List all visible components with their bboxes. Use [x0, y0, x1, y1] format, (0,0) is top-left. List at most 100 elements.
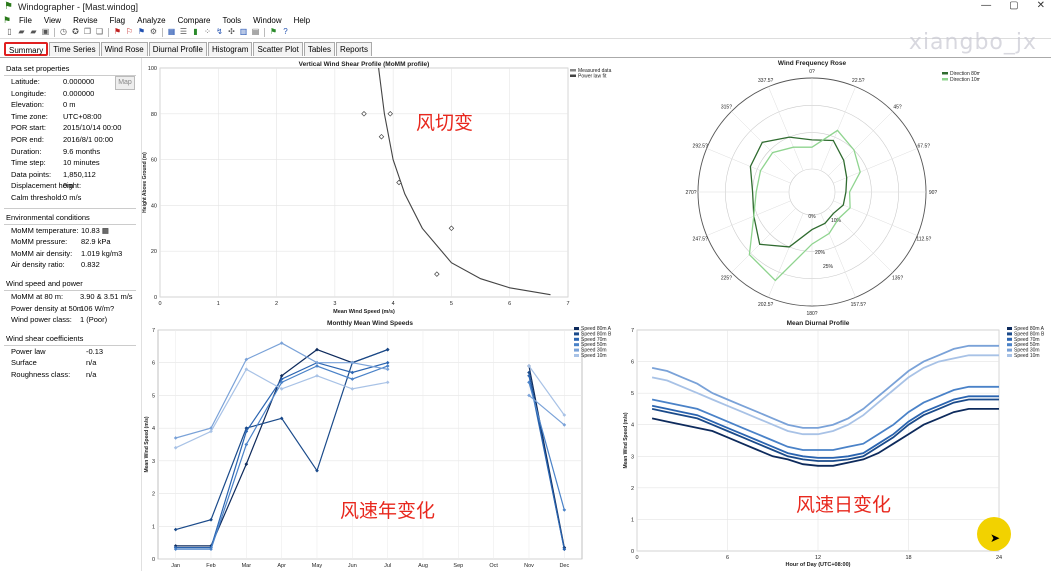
- property-label: Time zone:: [11, 111, 48, 121]
- tab-bar: Summary Time Series Wind Rose Diurnal Pr…: [4, 42, 373, 57]
- clock-icon[interactable]: ◷: [58, 27, 69, 37]
- rose-spoke: [828, 111, 893, 176]
- property-value: n/a: [86, 369, 97, 379]
- open-icon[interactable]: ▰: [28, 27, 39, 37]
- tab-wind-rose[interactable]: Wind Rose: [100, 42, 148, 56]
- y-tick-label: 1: [631, 517, 634, 523]
- menu-tools[interactable]: Tools: [216, 16, 247, 25]
- legend-label: Speed 10m: [1014, 353, 1040, 359]
- tab-scatter-plot[interactable]: Scatter Plot: [253, 42, 303, 56]
- menu-flag[interactable]: Flag: [104, 16, 132, 25]
- map-button[interactable]: Map: [115, 76, 135, 90]
- legend-swatch: [574, 343, 579, 347]
- property-value: 2015/10/14 00:00: [63, 123, 122, 133]
- legend-swatch: [1007, 348, 1012, 352]
- property-value: 82.9 kPa: [81, 237, 111, 247]
- paste-icon[interactable]: ❏: [94, 27, 105, 37]
- menu-revise[interactable]: Revise: [67, 16, 103, 25]
- tab-summary[interactable]: Summary: [4, 42, 49, 56]
- check-flag-icon[interactable]: ⚑: [268, 27, 279, 37]
- section-title: Data set properties: [6, 64, 70, 73]
- rose-spoke: [706, 200, 791, 236]
- y-tick-label: 4: [152, 426, 155, 432]
- direction-label: 67.5?: [918, 144, 931, 150]
- close-button[interactable]: ✕: [1037, 0, 1045, 11]
- tab-time-series[interactable]: Time Series: [49, 42, 100, 56]
- direction-label: 292.5?: [693, 144, 709, 150]
- tab-tables[interactable]: Tables: [303, 42, 335, 56]
- histogram-icon[interactable]: ▤: [250, 27, 261, 37]
- x-tick-label: 3: [333, 301, 336, 307]
- property-label: Longitude:: [11, 88, 47, 98]
- maximize-button[interactable]: ▢: [1009, 0, 1018, 11]
- tab-reports[interactable]: Reports: [335, 42, 372, 56]
- menu-file[interactable]: File: [13, 16, 38, 25]
- save-icon[interactable]: ▣: [40, 27, 51, 37]
- x-axis-label: Hour of Day (UTC+08:00): [786, 562, 851, 568]
- chart-icon[interactable]: ▮: [190, 27, 201, 37]
- y-tick-label: 2: [631, 486, 634, 492]
- ring-label: 25%: [823, 264, 834, 270]
- open-folder-icon[interactable]: ▰: [16, 27, 27, 37]
- legend-label: Direction 10m: [950, 77, 980, 83]
- property-row: MoMM at 80 m: 3.90 & 3.51 m/s: [0, 291, 140, 303]
- toolbar-separator: [108, 27, 109, 37]
- y-tick-label: 6: [152, 361, 155, 367]
- menu-analyze[interactable]: Analyze: [131, 16, 171, 25]
- flag-remove-icon[interactable]: ⚐: [124, 27, 135, 37]
- chart-title: Monthly Mean Wind Speeds: [327, 320, 413, 327]
- legend-swatch: [1007, 327, 1012, 330]
- y-tick-label: 5: [631, 391, 634, 397]
- property-value: 0m: [63, 181, 74, 191]
- direction-label: 315?: [721, 104, 732, 110]
- menu-help[interactable]: Help: [288, 16, 316, 25]
- tools-icon[interactable]: ⚙: [148, 27, 159, 37]
- menu-window[interactable]: Window: [247, 16, 287, 25]
- property-value: 9.6 months: [63, 146, 101, 156]
- legend-swatch: [574, 332, 579, 336]
- window-title: Windographer - [Mast.windog]: [18, 2, 139, 12]
- x-tick-label: 0: [158, 301, 161, 307]
- bar-chart-icon[interactable]: ▥: [238, 27, 249, 37]
- property-row: Wind power class: 1 (Poor): [0, 314, 140, 326]
- tab-diurnal-profile[interactable]: Diurnal Profile: [148, 42, 207, 56]
- menu-bar: ⚑ File View Revise Flag Analyze Compare …: [0, 14, 1051, 26]
- property-value: 0.000000: [63, 77, 95, 86]
- rose-spoke: [833, 200, 918, 236]
- ring-label: 0%: [808, 214, 816, 220]
- property-label: MoMM temperature:: [11, 225, 79, 235]
- tab-histogram[interactable]: Histogram: [208, 42, 253, 56]
- legend-swatch: [1007, 332, 1012, 336]
- report-icon[interactable]: ☰: [178, 27, 189, 37]
- settings-icon[interactable]: ✪: [70, 27, 81, 37]
- direction-label: 180?: [806, 311, 817, 315]
- help-icon[interactable]: ?: [280, 27, 291, 37]
- menu-compare[interactable]: Compare: [172, 16, 217, 25]
- y-axis-label: Height Above Ground (m): [142, 152, 148, 213]
- flag-edit-icon[interactable]: ⚑: [136, 27, 147, 37]
- property-value: 1,850,112: [63, 169, 96, 179]
- flag-icon[interactable]: ⚑: [112, 27, 123, 37]
- property-row: MoMM temperature: 10.83 ▦: [0, 225, 140, 237]
- new-file-icon[interactable]: ▯: [4, 27, 15, 37]
- property-value: n/a: [86, 358, 97, 368]
- y-tick-label: 20: [151, 249, 157, 255]
- legend-swatch: [574, 354, 579, 357]
- property-label: Elevation:: [11, 100, 44, 110]
- rose-spoke: [820, 213, 856, 298]
- property-value: -0.13: [86, 346, 104, 356]
- property-row: Elevation: 0 m: [0, 99, 140, 111]
- property-label: Duration:: [11, 146, 42, 156]
- summary-sidebar: Data set properties Latitude: 0.000000 Lon…: [0, 60, 140, 570]
- menu-view[interactable]: View: [38, 16, 67, 25]
- minimize-button[interactable]: —: [981, 0, 991, 11]
- scatter-icon[interactable]: ⁘: [202, 27, 213, 37]
- arrow-icon[interactable]: ↯: [214, 27, 225, 37]
- table-icon[interactable]: ▦: [166, 27, 177, 37]
- wind-icon[interactable]: ✣: [226, 27, 237, 37]
- direction-label: 202.5?: [758, 302, 774, 308]
- property-row: Duration: 9.6 months: [0, 146, 140, 158]
- copy-icon[interactable]: ❐: [82, 27, 93, 37]
- y-tick-label: 6: [631, 360, 634, 366]
- property-label: MoMM air density:: [11, 248, 73, 258]
